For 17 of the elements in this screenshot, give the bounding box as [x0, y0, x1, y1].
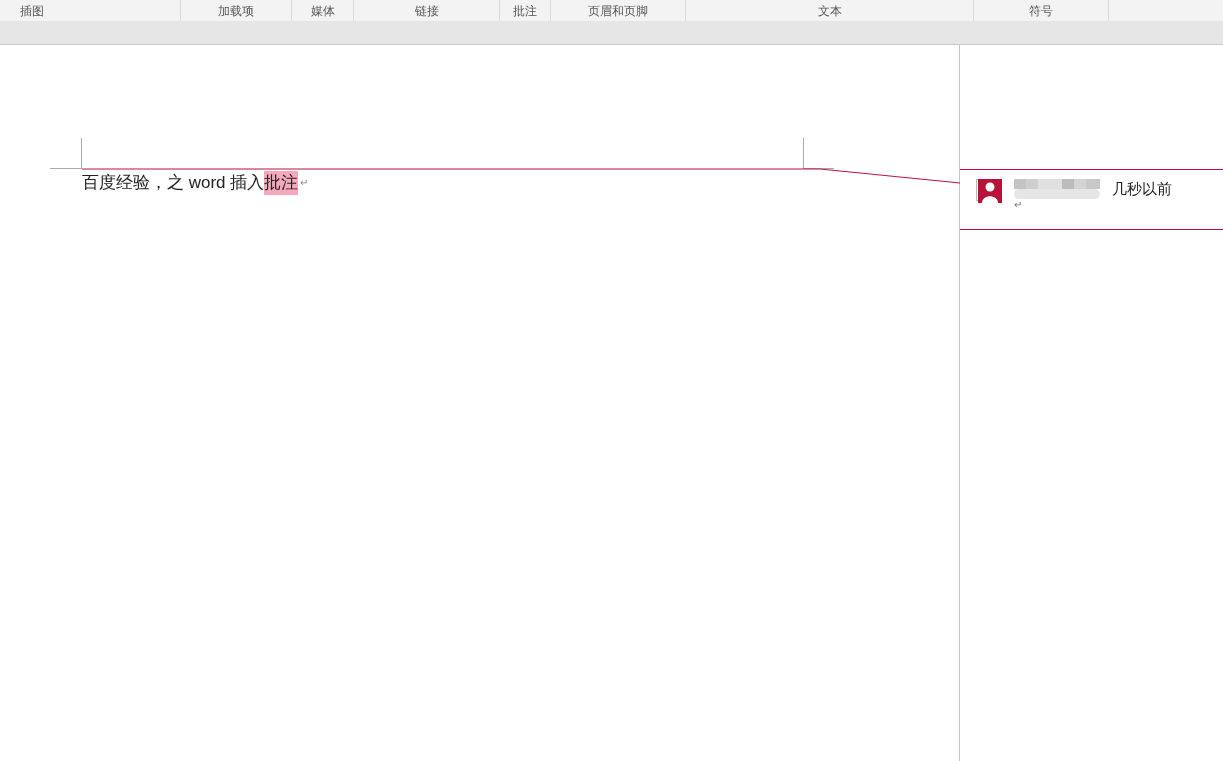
- ribbon-group-label: 文本: [817, 2, 842, 20]
- ribbon-group-label: 页眉和页脚: [588, 2, 648, 20]
- corner-mark: [50, 138, 82, 169]
- ribbon-group-label: 批注: [513, 2, 537, 20]
- comment-time: 几秒以前: [1112, 178, 1172, 199]
- ribbon-group-label: 插图: [20, 2, 44, 20]
- ribbon-group-label: 加载项: [218, 2, 254, 20]
- corner-mark: [803, 138, 834, 169]
- paragraph-mark: ↵: [1014, 199, 1023, 211]
- user-avatar-icon: [978, 179, 1002, 203]
- ribbon-group-label: 媒体: [310, 2, 335, 20]
- commented-text[interactable]: 批注: [264, 171, 299, 195]
- ribbon-group-label: 符号: [1029, 2, 1053, 20]
- comment-card[interactable]: 几秒以前 ↵: [960, 169, 1223, 230]
- paragraph-mark: ↵: [300, 176, 309, 190]
- ribbon-group-label: 链接: [414, 2, 439, 20]
- body-text: 百度经验，之 word 插入: [82, 172, 265, 194]
